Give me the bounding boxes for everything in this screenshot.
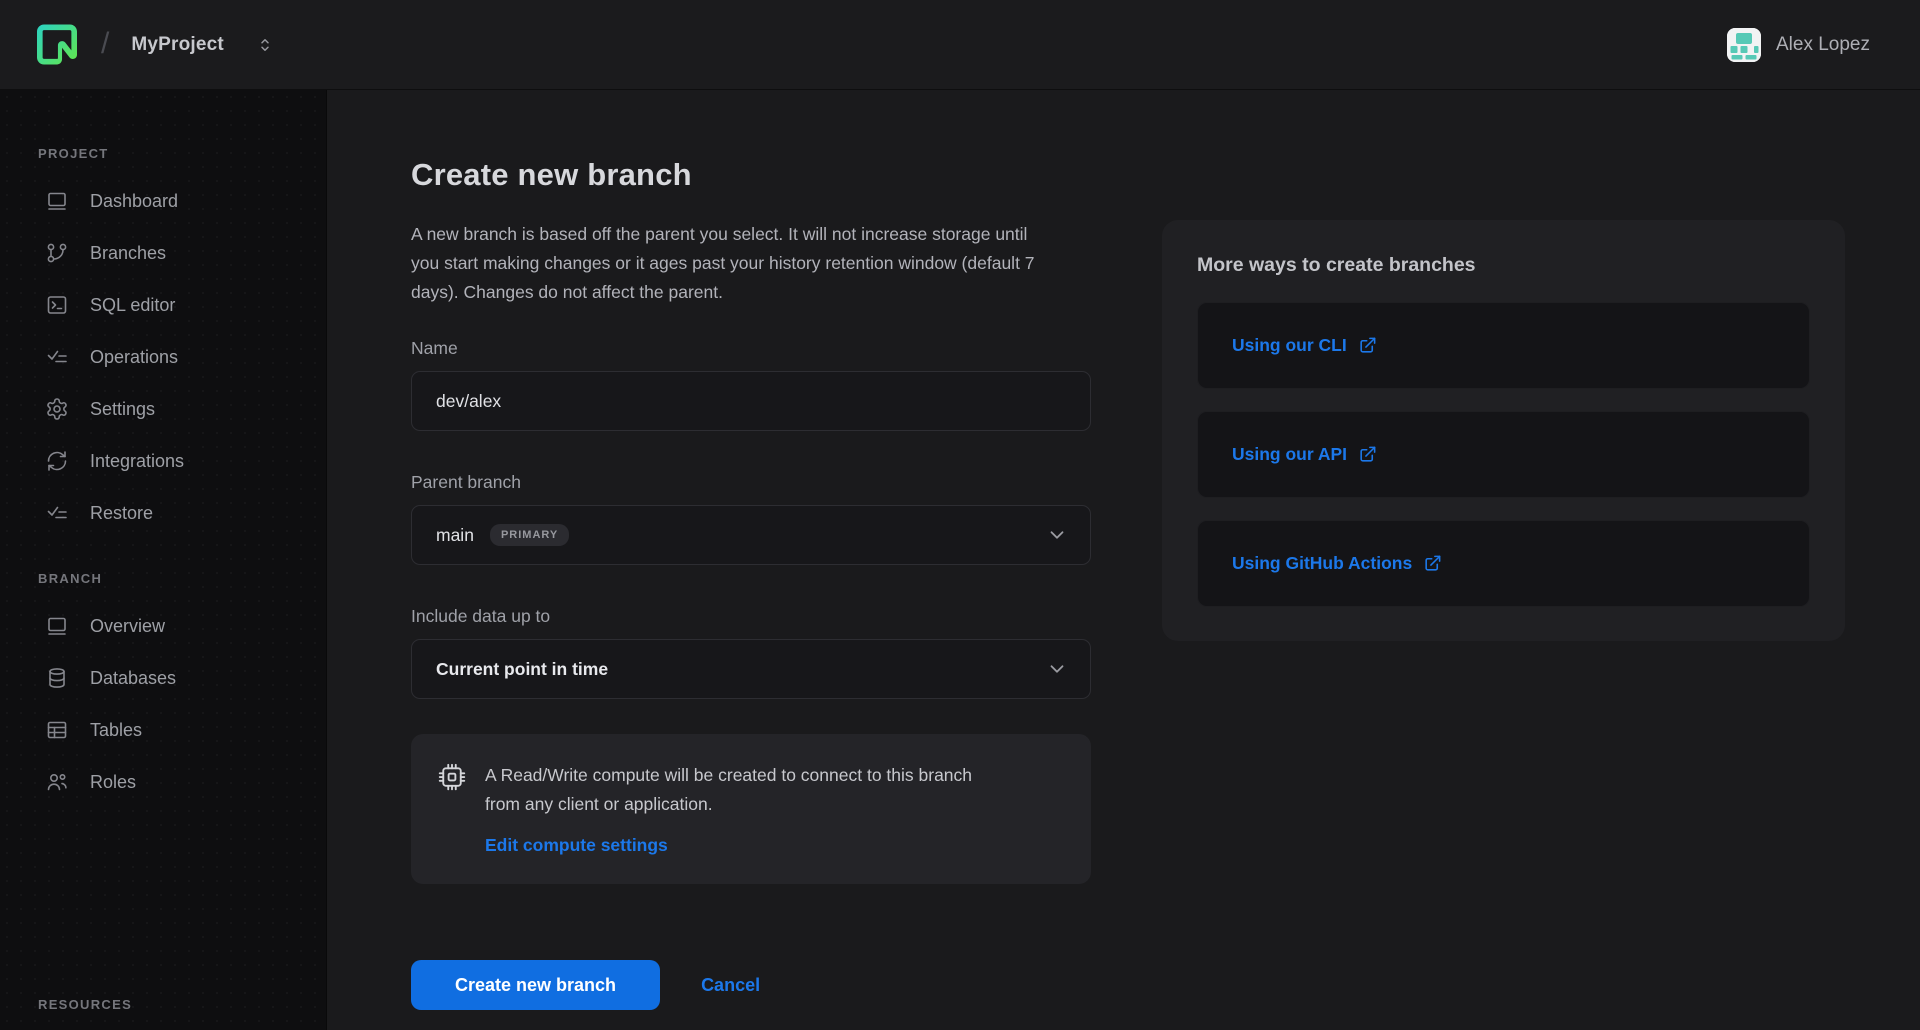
more-ways-panel: More ways to create branches Using our C… xyxy=(1162,220,1845,641)
api-card[interactable]: Using our API xyxy=(1197,411,1810,498)
sidebar-item-label: SQL editor xyxy=(90,295,175,316)
sidebar-item-label: Restore xyxy=(90,503,153,524)
sidebar-item-settings[interactable]: Settings xyxy=(0,383,326,435)
sidebar-item-sql-editor[interactable]: SQL editor xyxy=(0,279,326,331)
cpu-chip-icon xyxy=(437,762,467,856)
primary-badge: PRIMARY xyxy=(490,524,569,546)
git-branch-icon xyxy=(45,241,69,265)
compute-info-box: A Read/Write compute will be created to … xyxy=(411,734,1091,884)
user-menu[interactable]: Alex Lopez xyxy=(1727,28,1870,62)
sidebar-item-label: Settings xyxy=(90,399,155,420)
sidebar: PROJECT Dashboard Branches SQL editor Op… xyxy=(0,90,327,1030)
window-icon xyxy=(45,189,69,213)
sidebar-item-label: Tables xyxy=(90,720,142,741)
edit-compute-settings-link[interactable]: Edit compute settings xyxy=(485,835,668,856)
name-label: Name xyxy=(411,338,1091,359)
sidebar-item-label: Dashboard xyxy=(90,191,178,212)
breadcrumb-separator: / xyxy=(101,27,109,61)
using-api-link[interactable]: Using our API xyxy=(1232,444,1377,465)
using-cli-label: Using our CLI xyxy=(1232,335,1347,356)
link-card-list: Using our CLI Using our API Using GitHub… xyxy=(1197,302,1810,607)
gear-icon xyxy=(45,397,69,421)
sidebar-item-integrations[interactable]: Integrations xyxy=(0,435,326,487)
form-actions: Create new branch Cancel xyxy=(411,960,1091,1010)
include-data-label: Include data up to xyxy=(411,606,1091,627)
create-branch-form: Create new branch A new branch is based … xyxy=(411,157,1091,1030)
chevron-updown-icon xyxy=(256,34,274,56)
sidebar-section-label: PROJECT xyxy=(0,146,326,161)
include-data-select[interactable]: Current point in time xyxy=(411,639,1091,699)
chevron-down-icon xyxy=(1046,524,1068,546)
parent-branch-value: main xyxy=(436,525,474,546)
sidebar-item-roles[interactable]: Roles xyxy=(0,756,326,808)
sidebar-section-resources: RESOURCES xyxy=(0,997,326,1012)
sidebar-item-databases[interactable]: Databases xyxy=(0,652,326,704)
parent-branch-label: Parent branch xyxy=(411,472,1091,493)
sidebar-item-restore[interactable]: Restore xyxy=(0,487,326,539)
terminal-icon xyxy=(45,293,69,317)
main-content: Create new branch A new branch is based … xyxy=(327,90,1920,1030)
sidebar-item-label: Branches xyxy=(90,243,166,264)
github-actions-card[interactable]: Using GitHub Actions xyxy=(1197,520,1810,607)
sidebar-item-label: Roles xyxy=(90,772,136,793)
check-list-icon xyxy=(45,345,69,369)
sidebar-item-tables[interactable]: Tables xyxy=(0,704,326,756)
sidebar-item-label: Overview xyxy=(90,616,165,637)
sidebar-section-branch: BRANCH Overview Databases Tables Roles xyxy=(0,571,326,808)
page-title: Create new branch xyxy=(411,157,1091,193)
project-name: MyProject xyxy=(131,34,224,56)
include-data-value: Current point in time xyxy=(436,659,608,680)
external-link-icon xyxy=(1358,336,1377,355)
sidebar-item-branches[interactable]: Branches xyxy=(0,227,326,279)
parent-branch-select[interactable]: main PRIMARY xyxy=(411,505,1091,565)
project-switcher[interactable]: MyProject xyxy=(131,34,274,56)
user-name: Alex Lopez xyxy=(1776,34,1870,56)
topbar: / MyProject Alex Lopez xyxy=(0,0,1920,90)
panel-title: More ways to create branches xyxy=(1197,254,1810,277)
external-link-icon xyxy=(1423,554,1442,573)
sidebar-section-project: PROJECT Dashboard Branches SQL editor Op… xyxy=(0,146,326,539)
using-cli-link[interactable]: Using our CLI xyxy=(1232,335,1377,356)
external-link-icon xyxy=(1358,445,1377,464)
sync-arrows-icon xyxy=(45,449,69,473)
aside-column: More ways to create branches Using our C… xyxy=(1162,220,1845,1030)
neon-logo-icon xyxy=(37,24,77,65)
create-branch-button[interactable]: Create new branch xyxy=(411,960,660,1010)
sidebar-item-label: Integrations xyxy=(90,451,184,472)
cancel-link[interactable]: Cancel xyxy=(701,975,760,996)
sidebar-item-label: Databases xyxy=(90,668,176,689)
using-api-label: Using our API xyxy=(1232,444,1347,465)
branch-name-input[interactable] xyxy=(411,371,1091,431)
users-icon xyxy=(45,770,69,794)
using-github-actions-link[interactable]: Using GitHub Actions xyxy=(1232,553,1442,574)
compute-note: A Read/Write compute will be created to … xyxy=(485,761,990,819)
sidebar-section-label: RESOURCES xyxy=(0,997,326,1012)
check-list-icon xyxy=(45,501,69,525)
cli-card[interactable]: Using our CLI xyxy=(1197,302,1810,389)
using-github-actions-label: Using GitHub Actions xyxy=(1232,553,1412,574)
chevron-down-icon xyxy=(1046,658,1068,680)
sidebar-section-label: BRANCH xyxy=(0,571,326,586)
compute-info-body: A Read/Write compute will be created to … xyxy=(485,761,990,856)
sidebar-item-overview[interactable]: Overview xyxy=(0,600,326,652)
database-icon xyxy=(45,666,69,690)
table-icon xyxy=(45,718,69,742)
sidebar-item-operations[interactable]: Operations xyxy=(0,331,326,383)
brand-logo[interactable] xyxy=(37,24,77,65)
window-icon xyxy=(45,614,69,638)
sidebar-item-dashboard[interactable]: Dashboard xyxy=(0,175,326,227)
avatar xyxy=(1727,28,1761,62)
page-description: A new branch is based off the parent you… xyxy=(411,220,1053,307)
sidebar-item-label: Operations xyxy=(90,347,178,368)
